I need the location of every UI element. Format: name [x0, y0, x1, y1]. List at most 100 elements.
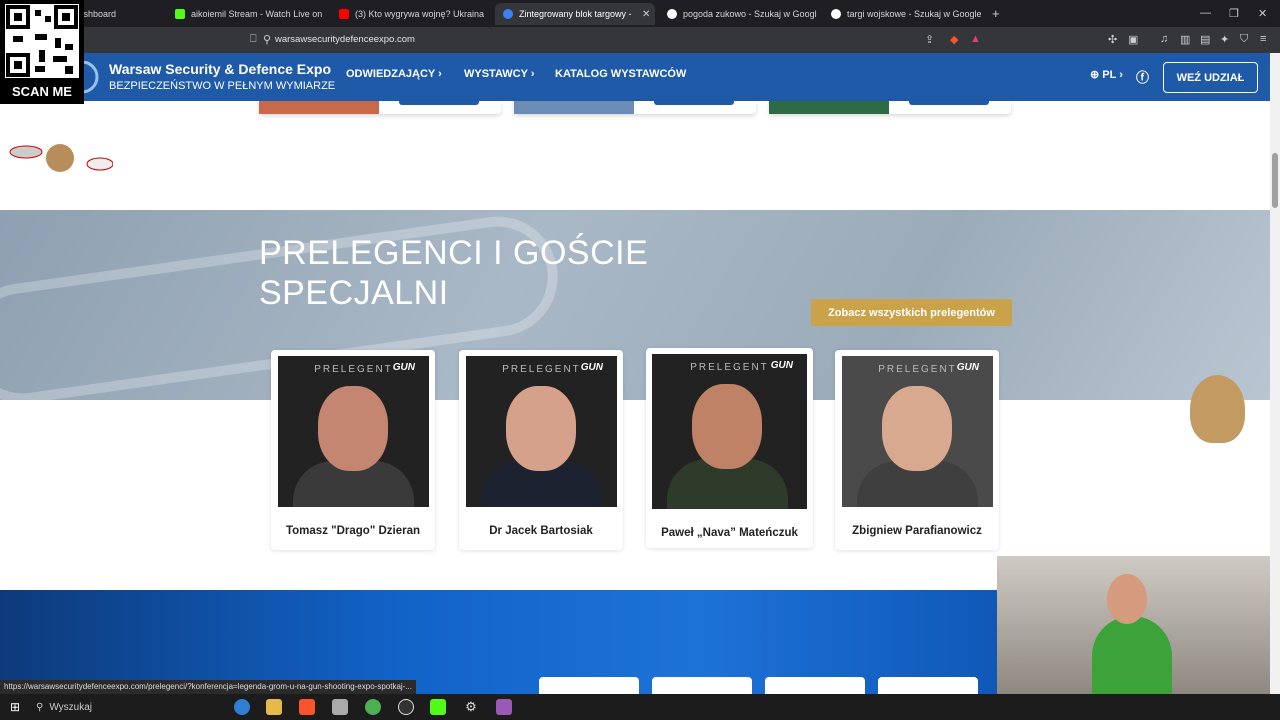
google-icon: [831, 9, 841, 19]
windows-start-icon[interactable]: ⊞: [10, 700, 20, 714]
speaker-face: [882, 386, 952, 471]
logo-icon[interactable]: [82, 61, 100, 93]
kick-app-icon[interactable]: [430, 699, 446, 715]
search-icon: ⚲: [36, 701, 44, 713]
take-part-button[interactable]: WEŹ UDZIAŁ: [1163, 62, 1258, 93]
app-icon[interactable]: [332, 699, 348, 715]
webcam-overlay: [997, 556, 1280, 696]
tab-label: (3) Kto wygrywa wojnę? Ukraina prze...: [355, 9, 484, 19]
speaker-card[interactable]: PRELEGENT GUN Zbigniew Parafianowicz: [835, 350, 999, 550]
title-line-2: SPECJALNI: [259, 274, 449, 312]
restore-icon[interactable]: ❐: [1229, 7, 1239, 20]
tab-label: targi wojskowe - Szukaj w Google: [847, 9, 981, 19]
speaker-name[interactable]: Tomasz "Drago" Dzieran: [271, 525, 435, 537]
brave-shields-icon[interactable]: ◆: [950, 33, 958, 46]
browser-tab-bar: ...shboard aikoiemil Stream - Watch Live…: [0, 0, 1280, 27]
vpn-icon[interactable]: ⛉: [1240, 33, 1248, 46]
sticker-overlay-icon: [9, 144, 113, 172]
card-button[interactable]: [399, 101, 479, 105]
new-tab-icon[interactable]: +: [992, 6, 1000, 21]
bookmark-icon[interactable]: ⎕: [250, 33, 257, 46]
menu-icon[interactable]: ≡: [1260, 33, 1266, 45]
language-selector[interactable]: ⊕ PL ›: [1090, 68, 1123, 81]
sidebar-icon[interactable]: ▥: [1180, 33, 1190, 46]
speaker-card[interactable]: PRELEGENT GUN Paweł „Nava” Mateńczuk: [646, 348, 813, 548]
close-window-icon[interactable]: ✕: [1258, 7, 1267, 20]
hamster-sticker-icon: [1190, 375, 1245, 443]
site-header: Warsaw Security & Defence Expo BEZPIECZE…: [0, 53, 1270, 101]
kick-icon: [175, 9, 185, 19]
page-scrollbar[interactable]: [1270, 53, 1280, 694]
exhibitor-card[interactable]: [259, 101, 501, 114]
speaker-name[interactable]: Zbigniew Parafianowicz: [835, 525, 999, 537]
section-title: PRELEGENCI I GOŚCIE SPECJALNI: [259, 233, 648, 313]
speaker-name[interactable]: Dr Jacek Bartosiak: [459, 525, 623, 537]
card-button[interactable]: [654, 101, 734, 105]
speaker-card[interactable]: PRELEGENT GUN Tomasz "Drago" Dzieran: [271, 350, 435, 550]
brand-title[interactable]: Warsaw Security & Defence Expo: [109, 61, 331, 77]
brave-rewards-icon[interactable]: ▲: [970, 33, 981, 45]
file-explorer-icon[interactable]: [266, 699, 282, 715]
banner-card[interactable]: [765, 677, 865, 694]
wallet-icon[interactable]: ▣: [1128, 33, 1138, 46]
qr-overlay: SCAN ME: [0, 0, 84, 104]
nav-catalog[interactable]: KATALOG WYSTAWCÓW: [555, 68, 686, 80]
scrollbar-thumb[interactable]: [1272, 153, 1278, 208]
close-tab-icon[interactable]: ✕: [642, 9, 650, 20]
app2-icon[interactable]: [496, 699, 512, 715]
chrome-icon[interactable]: [365, 699, 381, 715]
speaker-card[interactable]: PRELEGENT GUN Dr Jacek Bartosiak: [459, 350, 623, 550]
tab-youtube[interactable]: (3) Kto wygrywa wojnę? Ukraina prze...: [339, 3, 484, 25]
brave-icon[interactable]: [299, 699, 315, 715]
tab-label: Zintegrowany blok targowy - Wa...: [519, 9, 634, 19]
banner-card[interactable]: [539, 677, 639, 694]
url-field[interactable]: warsawsecuritydefenceexpo.com: [275, 34, 415, 45]
see-all-speakers-button[interactable]: Zobacz wszystkich prelegentów: [811, 299, 1012, 326]
google-icon: [667, 9, 677, 19]
streamer-face: [1107, 574, 1147, 624]
title-line-1: PRELEGENCI I GOŚCIE: [259, 234, 649, 272]
tab-google-search[interactable]: targi wojskowe - Szukaj w Google: [831, 3, 981, 25]
wallet2-icon[interactable]: ▤: [1200, 33, 1210, 46]
gun-logo: GUN: [770, 360, 793, 371]
language-label: PL ›: [1102, 69, 1123, 81]
edge-icon[interactable]: [234, 699, 250, 715]
facebook-icon[interactable]: ⓕ: [1136, 67, 1149, 86]
taskbar-search[interactable]: ⚲ Wyszukaj: [36, 698, 226, 716]
card-image: [514, 101, 634, 114]
speaker-name[interactable]: Paweł „Nava” Mateńczuk: [646, 527, 813, 539]
speaker-photo: PRELEGENT GUN: [278, 356, 429, 507]
address-bar: ⎕ ⚲ warsawsecuritydefenceexpo.com ⇪ ◆ ▲ …: [0, 27, 1280, 53]
leo-ai-icon[interactable]: ✦: [1220, 33, 1229, 46]
obs-icon[interactable]: [398, 699, 414, 715]
card-image: [259, 101, 379, 114]
speakers-section: PRELEGENCI I GOŚCIE SPECJALNI Zobacz wsz…: [0, 210, 1270, 400]
banner-card[interactable]: [652, 677, 752, 694]
exhibitor-card[interactable]: [769, 101, 1011, 114]
exhibitor-card[interactable]: [514, 101, 756, 114]
speaker-photo: PRELEGENT GUN: [466, 356, 617, 507]
speaker-photo: PRELEGENT GUN: [842, 356, 993, 507]
settings-gear-icon[interactable]: ⚙: [463, 699, 479, 715]
tab-kick-stream[interactable]: aikoiemil Stream - Watch Live on Kick: [175, 3, 325, 25]
card-button[interactable]: [909, 101, 989, 105]
tab-google-weather[interactable]: pogoda zukowo - Szukaj w Google: [667, 3, 817, 25]
speaker-face: [506, 386, 576, 471]
minimize-icon[interactable]: —: [1200, 7, 1211, 19]
speaker-face: [318, 386, 388, 471]
search-placeholder: Wyszukaj: [49, 701, 93, 713]
windows-taskbar: ⊞ ⚲ Wyszukaj ⚙: [0, 694, 1280, 720]
nav-visitors[interactable]: ODWIEDZAJĄCY ›: [346, 68, 442, 80]
tab-label: pogoda zukowo - Szukaj w Google: [683, 9, 817, 19]
extensions-icon[interactable]: ✣: [1108, 33, 1117, 46]
speaker-photo: PRELEGENT GUN: [652, 354, 807, 509]
banner-card[interactable]: [878, 677, 978, 694]
nav-exhibitors[interactable]: WYSTAWCY ›: [464, 68, 534, 80]
globe-icon: ⊕: [1090, 69, 1103, 81]
qr-code-icon: [5, 4, 79, 78]
site-info-icon[interactable]: ⚲: [263, 33, 271, 46]
media-icon[interactable]: ♫: [1160, 33, 1168, 45]
share-icon[interactable]: ⇪: [925, 33, 934, 46]
tab-active-expo[interactable]: Zintegrowany blok targowy - Wa... ✕: [495, 3, 655, 25]
speaker-face: [692, 384, 762, 469]
